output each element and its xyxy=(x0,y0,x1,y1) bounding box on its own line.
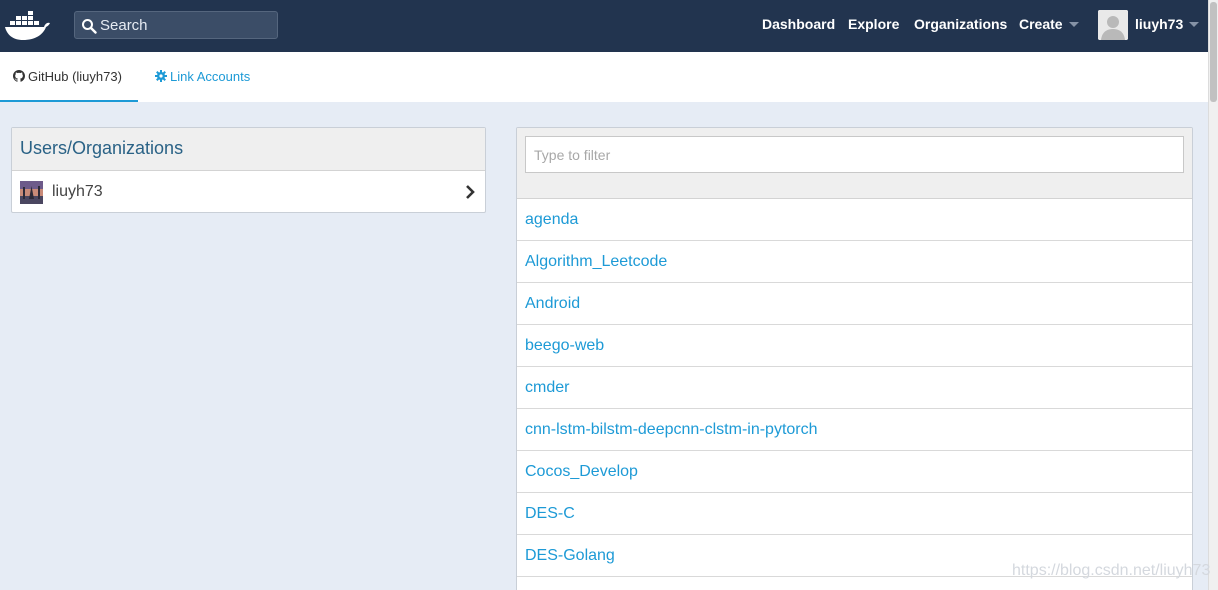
repo-item[interactable]: cmder xyxy=(517,367,1192,409)
nav-dashboard-link[interactable]: Dashboard xyxy=(762,16,835,32)
chevron-right-icon xyxy=(466,185,475,199)
repo-item[interactable]: DES-C xyxy=(517,493,1192,535)
repo-item[interactable]: Algorithm_Leetcode xyxy=(517,241,1192,283)
repo-name[interactable]: agenda xyxy=(525,211,578,229)
panel-header: Users/Organizations xyxy=(12,128,485,171)
filter-input[interactable] xyxy=(525,136,1184,173)
repositories-panel: agenda Algorithm_Leetcode Android beego-… xyxy=(516,127,1193,590)
repo-name[interactable]: Android xyxy=(525,295,580,313)
watermark: https://blog.csdn.net/liuyh73 xyxy=(1012,562,1211,579)
user-avatar[interactable] xyxy=(1098,10,1128,40)
repo-item[interactable]: cnn-lstm-bilstm-deepcnn-clstm-in-pytorch xyxy=(517,409,1192,451)
org-name: liuyh73 xyxy=(52,183,103,200)
users-organizations-panel: Users/Organizations liuyh73 xyxy=(11,127,486,213)
search-box[interactable] xyxy=(74,11,278,39)
nav-explore-link[interactable]: Explore xyxy=(848,16,899,32)
repo-name[interactable]: DES-Golang xyxy=(525,547,615,565)
account-tabs: GitHub (liuyh73) Link Accounts xyxy=(0,52,1208,102)
default-user-icon xyxy=(1098,10,1128,40)
tab-link-accounts-label: Link Accounts xyxy=(170,69,251,84)
repo-item[interactable]: Android xyxy=(517,283,1192,325)
repo-item[interactable]: agenda xyxy=(517,199,1192,241)
tab-github-label: GitHub (liuyh73) xyxy=(28,69,122,84)
search-input[interactable] xyxy=(100,14,270,36)
repo-name[interactable]: Algorithm_Leetcode xyxy=(525,253,667,271)
repo-name[interactable]: cmder xyxy=(525,379,569,397)
user-menu-name[interactable]: liuyh73 xyxy=(1135,16,1183,32)
docker-logo-icon[interactable] xyxy=(4,8,52,42)
tab-link-accounts[interactable]: Link Accounts xyxy=(155,52,265,102)
repo-name[interactable]: Cocos_Develop xyxy=(525,463,638,481)
repo-name[interactable]: beego-web xyxy=(525,337,604,355)
github-icon xyxy=(13,70,25,82)
tab-github[interactable]: GitHub (liuyh73) xyxy=(0,52,138,102)
repo-item[interactable]: Cocos_Develop xyxy=(517,451,1192,493)
repo-name[interactable]: DES-C xyxy=(525,505,575,523)
search-icon xyxy=(82,19,97,34)
panel-title: Users/Organizations xyxy=(20,138,184,158)
org-avatar xyxy=(20,181,43,204)
org-list-item[interactable]: liuyh73 xyxy=(12,171,485,212)
nav-create-link[interactable]: Create xyxy=(1019,16,1063,32)
top-navbar: Dashboard Explore Organizations Create l… xyxy=(0,0,1208,52)
create-caret-icon[interactable] xyxy=(1069,22,1079,27)
user-menu-caret-icon[interactable] xyxy=(1189,22,1199,27)
repo-name[interactable]: cnn-lstm-bilstm-deepcnn-clstm-in-pytorch xyxy=(525,421,818,439)
repo-item[interactable]: beego-web xyxy=(517,325,1192,367)
page-scrollbar-thumb[interactable] xyxy=(1210,2,1217,102)
nav-organizations-link[interactable]: Organizations xyxy=(914,16,1007,32)
gear-icon xyxy=(155,70,167,82)
repo-list: agenda Algorithm_Leetcode Android beego-… xyxy=(517,199,1192,577)
filter-header xyxy=(517,128,1192,199)
